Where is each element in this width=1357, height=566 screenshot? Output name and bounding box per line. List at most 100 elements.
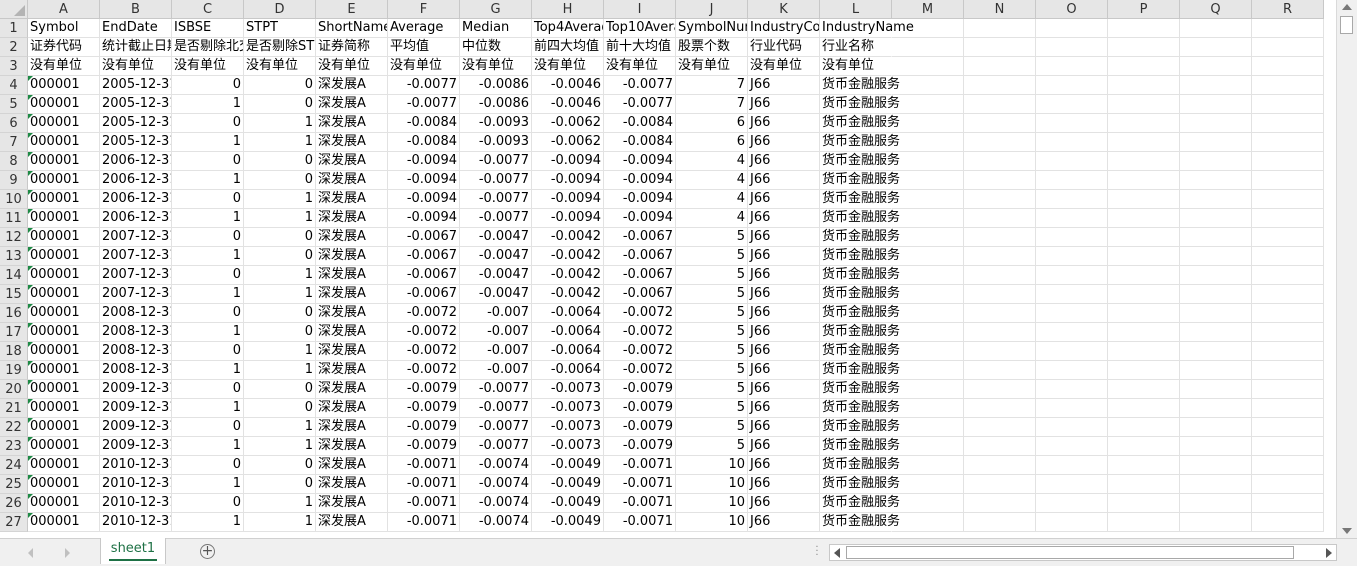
- empty-cell[interactable]: [892, 399, 964, 418]
- header-cell[interactable]: ISBSE: [172, 19, 244, 38]
- empty-cell[interactable]: [1252, 323, 1324, 342]
- header-cell[interactable]: STPT: [244, 19, 316, 38]
- empty-cell[interactable]: [1108, 19, 1180, 38]
- empty-cell[interactable]: [1180, 456, 1252, 475]
- table-cell[interactable]: -0.0064: [532, 342, 604, 361]
- table-cell[interactable]: 000001: [28, 342, 100, 361]
- table-cell[interactable]: 000001: [28, 266, 100, 285]
- empty-cell[interactable]: [1036, 456, 1108, 475]
- table-cell[interactable]: 10: [676, 494, 748, 513]
- table-cell[interactable]: 货币金融服务: [820, 266, 900, 285]
- table-cell[interactable]: 货币金融服务: [820, 171, 900, 190]
- empty-cell[interactable]: [1252, 76, 1324, 95]
- empty-cell[interactable]: [892, 57, 964, 76]
- table-cell[interactable]: 0: [172, 114, 244, 133]
- table-cell[interactable]: 1: [172, 475, 244, 494]
- table-cell[interactable]: 0: [172, 152, 244, 171]
- table-cell[interactable]: 0: [244, 171, 316, 190]
- table-cell[interactable]: 000001: [28, 361, 100, 380]
- row-header[interactable]: 18: [0, 342, 28, 361]
- table-cell[interactable]: 7: [676, 95, 748, 114]
- vertical-scroll-thumb[interactable]: [1340, 16, 1353, 34]
- horizontal-scroll-thumb[interactable]: [846, 546, 1294, 559]
- table-cell[interactable]: -0.0074: [460, 513, 532, 532]
- table-cell[interactable]: 货币金融服务: [820, 323, 900, 342]
- table-cell[interactable]: -0.0077: [460, 380, 532, 399]
- header-cell[interactable]: IndustryCode: [748, 19, 820, 38]
- table-cell[interactable]: 2008-12-31: [100, 342, 172, 361]
- table-cell[interactable]: 货币金融服务: [820, 513, 900, 532]
- empty-cell[interactable]: [1036, 95, 1108, 114]
- table-cell[interactable]: 深发展A: [316, 114, 388, 133]
- table-cell[interactable]: 货币金融服务: [820, 475, 900, 494]
- table-cell[interactable]: 000001: [28, 133, 100, 152]
- empty-cell[interactable]: [1180, 475, 1252, 494]
- table-cell[interactable]: -0.0072: [388, 304, 460, 323]
- table-cell[interactable]: -0.0094: [604, 209, 676, 228]
- tab-splitter-handle[interactable]: · · ·: [814, 543, 820, 561]
- vertical-scrollbar[interactable]: [1336, 0, 1357, 538]
- table-cell[interactable]: 0: [244, 304, 316, 323]
- table-cell[interactable]: 000001: [28, 380, 100, 399]
- table-cell[interactable]: 1: [244, 114, 316, 133]
- table-cell[interactable]: -0.0094: [388, 190, 460, 209]
- header-cell[interactable]: 是否剔除ST: [244, 38, 316, 57]
- empty-cell[interactable]: [1108, 418, 1180, 437]
- table-cell[interactable]: 0: [172, 304, 244, 323]
- row-header[interactable]: 26: [0, 494, 28, 513]
- table-cell[interactable]: 货币金融服务: [820, 285, 900, 304]
- column-header-r[interactable]: R: [1252, 0, 1324, 19]
- table-cell[interactable]: 货币金融服务: [820, 304, 900, 323]
- table-cell[interactable]: 货币金融服务: [820, 76, 900, 95]
- empty-cell[interactable]: [1252, 247, 1324, 266]
- empty-cell[interactable]: [1036, 380, 1108, 399]
- table-cell[interactable]: 2008-12-31: [100, 361, 172, 380]
- row-header[interactable]: 6: [0, 114, 28, 133]
- empty-cell[interactable]: [1108, 475, 1180, 494]
- table-cell[interactable]: -0.0073: [532, 418, 604, 437]
- table-cell[interactable]: 5: [676, 361, 748, 380]
- empty-cell[interactable]: [964, 228, 1036, 247]
- table-cell[interactable]: 货币金融服务: [820, 95, 900, 114]
- empty-cell[interactable]: [1180, 361, 1252, 380]
- empty-cell[interactable]: [1108, 76, 1180, 95]
- empty-cell[interactable]: [1108, 342, 1180, 361]
- table-cell[interactable]: J66: [748, 494, 820, 513]
- table-cell[interactable]: 深发展A: [316, 475, 388, 494]
- empty-cell[interactable]: [1108, 285, 1180, 304]
- row-header[interactable]: 16: [0, 304, 28, 323]
- table-cell[interactable]: J66: [748, 456, 820, 475]
- table-cell[interactable]: 000001: [28, 399, 100, 418]
- empty-cell[interactable]: [1108, 304, 1180, 323]
- scroll-down-arrow-icon[interactable]: [1342, 528, 1352, 534]
- table-cell[interactable]: 深发展A: [316, 171, 388, 190]
- table-cell[interactable]: J66: [748, 342, 820, 361]
- table-cell[interactable]: -0.0086: [460, 76, 532, 95]
- table-cell[interactable]: 000001: [28, 437, 100, 456]
- empty-cell[interactable]: [892, 19, 964, 38]
- table-cell[interactable]: -0.0079: [388, 418, 460, 437]
- row-header[interactable]: 2: [0, 38, 28, 57]
- table-cell[interactable]: 货币金融服务: [820, 380, 900, 399]
- row-header[interactable]: 13: [0, 247, 28, 266]
- empty-cell[interactable]: [892, 266, 964, 285]
- table-cell[interactable]: 深发展A: [316, 285, 388, 304]
- table-cell[interactable]: 0: [244, 152, 316, 171]
- table-cell[interactable]: -0.0094: [604, 190, 676, 209]
- column-header-c[interactable]: C: [172, 0, 244, 19]
- empty-cell[interactable]: [892, 323, 964, 342]
- table-cell[interactable]: -0.0084: [388, 114, 460, 133]
- table-cell[interactable]: -0.0042: [532, 266, 604, 285]
- row-header[interactable]: 17: [0, 323, 28, 342]
- table-cell[interactable]: 000001: [28, 76, 100, 95]
- row-header[interactable]: 14: [0, 266, 28, 285]
- row-header[interactable]: 25: [0, 475, 28, 494]
- table-cell[interactable]: 000001: [28, 228, 100, 247]
- empty-cell[interactable]: [1036, 399, 1108, 418]
- empty-cell[interactable]: [1252, 57, 1324, 76]
- header-cell[interactable]: 是否剔除北交所: [172, 38, 244, 57]
- empty-cell[interactable]: [1108, 456, 1180, 475]
- table-cell[interactable]: -0.0049: [532, 475, 604, 494]
- table-cell[interactable]: 深发展A: [316, 513, 388, 532]
- row-header[interactable]: 27: [0, 513, 28, 532]
